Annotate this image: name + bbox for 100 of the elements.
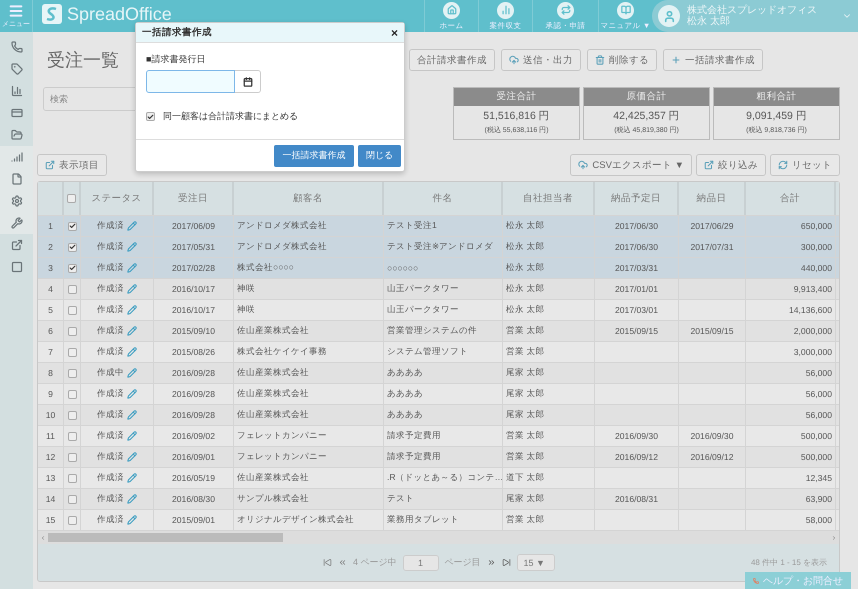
dialog-button[interactable]: 一括請求書作成 xyxy=(274,144,354,166)
file-icon xyxy=(10,173,22,185)
table-row[interactable]: 12 作成済 2016/09/01 フェレットカンパニー 請求予定費用 営業 太郎 2016/09/12 2016/09/12 500,000 xyxy=(38,446,839,467)
edit-icon[interactable] xyxy=(127,263,137,273)
status-text: 作成済 xyxy=(97,409,124,421)
checkbox[interactable] xyxy=(68,432,76,440)
edit-icon[interactable] xyxy=(127,242,137,252)
signal-icon xyxy=(10,151,22,163)
edit-icon[interactable] xyxy=(127,473,137,483)
status-text: 作成済 xyxy=(97,220,124,232)
table-row[interactable]: 5 作成済 2016/10/17 神咲 山王パークタワー 松永 太郎 2017/03/01 14,136,600 xyxy=(38,299,839,320)
table-row[interactable]: 9 作成済 2016/09/28 佐山産業株式会社 ああああ 尾家 太郎 56,000 xyxy=(38,383,839,404)
table-row[interactable]: 11 作成済 2016/09/02 フェレットカンパニー 請求予定費用 営業 太郎 2016/09/30 2016/09/30 500,000 xyxy=(38,425,839,446)
columns-button[interactable]: 表示項目 xyxy=(37,154,107,176)
checkbox[interactable] xyxy=(68,348,76,356)
checkbox[interactable] xyxy=(68,242,76,252)
horizontal-scrollbar[interactable] xyxy=(38,530,839,544)
status-text: 作成済 xyxy=(97,346,124,358)
calendar-icon xyxy=(242,76,252,86)
home-icon xyxy=(443,2,460,18)
phone-icon xyxy=(753,576,759,586)
table-row[interactable]: 14 作成済 2016/08/30 サンプル株式会社 テスト 尾家 太郎 2016/08/31 63,900 xyxy=(38,488,839,509)
status-text: 作成中 xyxy=(97,367,124,379)
summary-amount: 51,516,816 円 xyxy=(483,109,550,123)
phone-icon xyxy=(10,41,22,53)
page-input[interactable]: 1 xyxy=(402,554,439,570)
table-row[interactable]: 10 作成済 2016/09/28 佐山産業株式会社 ああああ 尾家 太郎 56,000 xyxy=(38,404,839,425)
checkbox[interactable] xyxy=(68,222,76,230)
last-page-icon[interactable] xyxy=(502,558,511,567)
edit-icon[interactable] xyxy=(127,431,137,441)
table-row[interactable]: 3 作成済 2017/02/28 株式会社○○○○ ○○○○○○ 松永 太郎 2017/03/31 440,000 xyxy=(38,257,839,278)
table-row[interactable]: 1 作成済 2017/06/09 アンドロメダ株式会社 テスト受注1 松永 太郎 2017/06/30 2017/06/29 650,000 xyxy=(38,215,839,236)
table-row[interactable]: 2 作成済 2017/05/31 アンドロメダ株式会社 テスト受注※アンドロメダ 松永 太郎 2017/06/30 2017/07/31 300,000 xyxy=(38,236,839,257)
table-row[interactable]: 4 作成済 2016/10/17 神咲 山王パークタワー 松永 太郎 2017/01/01 9,913,400 xyxy=(38,278,839,299)
table-row[interactable]: 15 作成済 2015/09/01 オリジナルデザイン株式会社 業務用タブレット 営業 太郎 58,000 xyxy=(38,509,839,530)
checkbox[interactable] xyxy=(68,306,76,314)
list-action-button[interactable]: リセット xyxy=(770,154,840,176)
square-icon xyxy=(10,261,22,273)
menu-icon xyxy=(8,3,24,19)
edit-icon[interactable] xyxy=(127,452,137,462)
checkbox[interactable] xyxy=(68,390,76,398)
checkbox[interactable] xyxy=(68,494,76,504)
bar-chart-icon xyxy=(10,85,22,97)
edit-icon[interactable] xyxy=(127,347,137,357)
edit-icon[interactable] xyxy=(127,515,137,525)
summary-amount: 42,425,357 円 xyxy=(613,109,680,123)
dialog-button[interactable]: 閉じる xyxy=(358,144,401,166)
page-suffix: ページ目 xyxy=(444,556,481,569)
close-button[interactable]: × xyxy=(390,26,398,40)
edit-icon[interactable] xyxy=(127,389,137,399)
record-count: 48 件中 1 - 15 を表示 xyxy=(750,557,827,568)
checkbox[interactable] xyxy=(68,326,76,336)
status-text: 作成済 xyxy=(97,430,124,442)
edit-icon[interactable] xyxy=(127,284,137,294)
list-action-button[interactable]: CSVエクスポート ▼ xyxy=(570,154,692,176)
next-page-icon[interactable] xyxy=(486,558,496,567)
checkbox[interactable] xyxy=(67,194,76,203)
status-text: 作成済 xyxy=(97,451,124,463)
toolbar-button[interactable]: 合計請求書作成 xyxy=(409,49,495,71)
field-label: ■請求書発行日 xyxy=(146,53,206,66)
list-action-button[interactable]: 絞り込み xyxy=(696,154,766,176)
checkbox[interactable] xyxy=(68,410,76,420)
date-field[interactable] xyxy=(146,70,235,93)
first-page-icon[interactable] xyxy=(323,558,332,567)
user-name: 松永 太郎 xyxy=(687,16,730,27)
table-row[interactable]: 13 作成済 2016/05/19 佐山産業株式会社 .R（ドッとあ～る）コンテ… 道下 太郎 12,345 xyxy=(38,467,839,488)
edit-icon[interactable] xyxy=(127,221,137,231)
book-icon xyxy=(617,2,634,18)
calendar-button[interactable] xyxy=(235,70,261,93)
checkbox[interactable] xyxy=(68,264,76,272)
app-logo: SpreadOffice xyxy=(33,3,424,25)
settings-icon xyxy=(10,195,22,207)
toolbar-button[interactable]: 一括請求書作成 xyxy=(663,49,763,71)
sidebar-item[interactable] xyxy=(0,146,33,168)
page-size-select[interactable]: 15 ▼ xyxy=(516,554,555,571)
toolbar-button[interactable]: 送信・出力 xyxy=(501,49,581,71)
edit-icon[interactable] xyxy=(127,305,137,315)
tag-icon xyxy=(10,63,22,75)
previous-page-icon[interactable] xyxy=(338,558,347,567)
edit-icon[interactable] xyxy=(127,410,137,420)
checkbox[interactable] xyxy=(68,284,76,294)
table-row[interactable]: 7 作成済 2015/08/26 株式会社ケイケイ事務 システム管理ソフト 営業 太郎 3,000,000 xyxy=(38,341,839,362)
checkbox[interactable] xyxy=(68,516,76,524)
checkbox[interactable] xyxy=(68,368,76,378)
external-link-icon xyxy=(10,239,22,251)
scroll-right-icon[interactable] xyxy=(831,534,837,540)
wrench-icon xyxy=(10,217,22,229)
checkbox[interactable] xyxy=(68,452,76,462)
edit-icon[interactable] xyxy=(127,368,137,378)
scroll-left-icon[interactable] xyxy=(40,534,46,540)
edit-icon[interactable] xyxy=(127,326,137,336)
table-row[interactable]: 8 作成中 2016/09/28 佐山産業株式会社 ああああ 尾家 太郎 56,000 xyxy=(38,362,839,383)
checkbox[interactable] xyxy=(146,112,155,121)
edit-icon[interactable] xyxy=(127,494,137,504)
table-row[interactable]: 6 作成済 2015/09/10 佐山産業株式会社 営業管理システムの件 営業 太郎 2015/09/15 2015/09/15 2,000,000 xyxy=(38,320,839,341)
checkbox[interactable] xyxy=(68,474,76,482)
status-text: 作成済 xyxy=(97,262,124,274)
toolbar-button[interactable]: 削除する xyxy=(587,49,657,71)
status-text: 作成済 xyxy=(97,325,124,337)
sidebar-item[interactable] xyxy=(0,212,33,234)
